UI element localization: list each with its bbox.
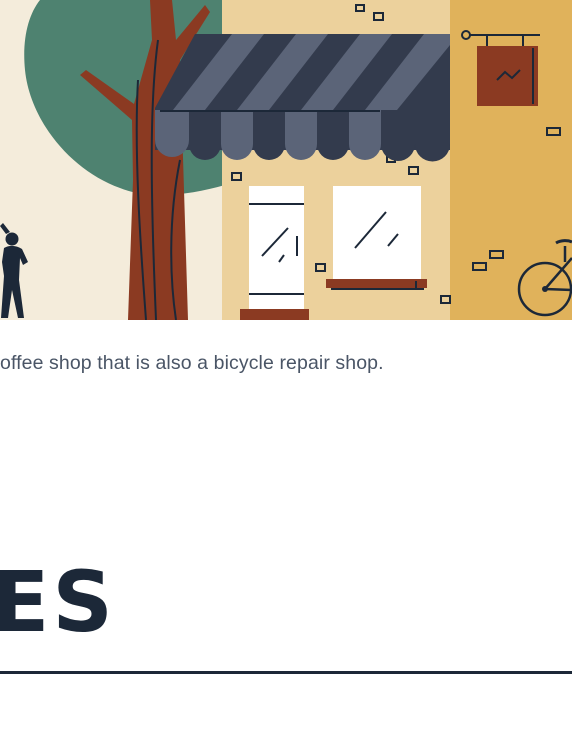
awning-scallop — [349, 110, 381, 160]
awning-scallop — [189, 110, 221, 160]
storefront-illustration — [0, 0, 572, 320]
awning-scallop — [253, 110, 285, 160]
hero-illustration — [0, 0, 572, 320]
hanging-sign — [477, 46, 538, 106]
window-sill — [326, 279, 427, 288]
illustration-caption: offee shop that is also a bicycle repair… — [0, 352, 384, 374]
awning-scallop — [381, 110, 415, 161]
shop-window — [333, 186, 421, 280]
awning-scallop — [155, 110, 189, 157]
shop-door — [249, 186, 304, 320]
awning-scallop — [221, 110, 253, 160]
door-step — [240, 309, 309, 320]
section-divider — [0, 671, 572, 674]
awning-scallop — [415, 110, 450, 162]
awning-scallop — [317, 110, 349, 160]
awning-scallop — [285, 110, 317, 160]
section-heading: ES — [0, 553, 116, 651]
